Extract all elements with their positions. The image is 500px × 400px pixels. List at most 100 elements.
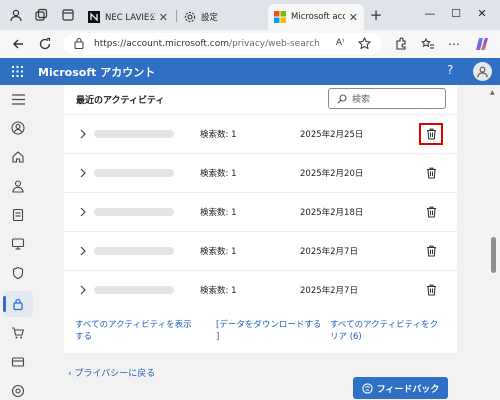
activity-row[interactable]: 検索数: 1 2025年2月18日 bbox=[64, 192, 457, 230]
recent-activity-card: 最近のアクティビティ 検索 検索数: 1 2025年2月25日 検索数: 1 2… bbox=[64, 85, 457, 353]
expand-chevron-icon[interactable] bbox=[78, 245, 88, 257]
refresh-icon[interactable] bbox=[37, 36, 53, 52]
payment-card-icon[interactable] bbox=[10, 354, 26, 370]
delete-trash-icon[interactable] bbox=[419, 123, 443, 145]
search-icon bbox=[337, 93, 347, 104]
scrollbar-thumb[interactable] bbox=[491, 237, 496, 273]
new-tab-button[interactable]: + bbox=[368, 6, 384, 24]
feedback-button[interactable]: フィードバック bbox=[353, 377, 448, 399]
activity-actions: すべてのアクティビティを表示 する [データをダウンロードする ] すべてのアク… bbox=[64, 313, 457, 353]
read-aloud-button[interactable]: A⁾ bbox=[333, 36, 347, 50]
minimize-button[interactable]: — bbox=[420, 4, 440, 22]
tab-separator bbox=[176, 10, 177, 22]
tab-settings[interactable]: 設定 bbox=[178, 4, 266, 30]
activity-date: 2025年2月25日 bbox=[300, 130, 364, 140]
help-button[interactable]: ? bbox=[447, 63, 453, 77]
back-icon[interactable] bbox=[10, 36, 26, 52]
search-count: 検索数: 1 bbox=[200, 208, 237, 218]
tab-title: Microsoft accou bbox=[291, 12, 345, 22]
back-to-privacy-link[interactable]: ‹ プライバシーに戻る bbox=[68, 366, 155, 379]
tab-title: NEC LAVIE公式 bbox=[105, 13, 155, 23]
maximize-button[interactable]: ☐ bbox=[446, 4, 466, 22]
expand-chevron-icon[interactable] bbox=[78, 128, 88, 140]
person-icon[interactable] bbox=[10, 178, 26, 194]
expand-chevron-icon[interactable] bbox=[78, 206, 88, 218]
url-host: https://account.microsoft.com bbox=[94, 39, 230, 49]
gear-icon bbox=[184, 11, 196, 23]
view-all-activity-link[interactable]: すべてのアクティビティを表示 する bbox=[75, 319, 192, 343]
microsoft-logo-icon bbox=[274, 11, 286, 23]
activity-date: 2025年2月7日 bbox=[300, 286, 358, 296]
delete-trash-icon[interactable] bbox=[424, 204, 438, 219]
activity-search-input[interactable]: 検索 bbox=[328, 88, 446, 109]
blurred-query-text bbox=[94, 247, 174, 255]
close-window-button[interactable]: ✕ bbox=[472, 4, 492, 22]
close-tab-icon[interactable]: ✕ bbox=[159, 11, 168, 24]
blurred-query-text bbox=[94, 169, 174, 177]
brand-title[interactable]: Microsoft アカウント bbox=[38, 64, 155, 80]
close-tab-icon[interactable]: ✕ bbox=[349, 11, 358, 24]
more-options-icon[interactable]: ⋯ bbox=[446, 36, 462, 52]
download-data-link[interactable]: [データをダウンロードする ] bbox=[216, 319, 321, 343]
profile-icon[interactable] bbox=[8, 7, 24, 23]
location-icon[interactable] bbox=[10, 383, 26, 399]
tab-actions-icon[interactable] bbox=[60, 7, 76, 23]
scroll-up-arrow-icon[interactable]: ▲ bbox=[490, 89, 495, 96]
workspaces-icon[interactable] bbox=[33, 7, 49, 23]
search-count: 検索数: 1 bbox=[200, 247, 237, 257]
app-launcher-icon[interactable] bbox=[12, 66, 23, 77]
home-icon[interactable] bbox=[10, 149, 26, 165]
page-content: 最近のアクティビティ 検索 検索数: 1 2025年2月25日 検索数: 1 2… bbox=[0, 85, 500, 400]
back-label: プライバシーに戻る bbox=[74, 369, 156, 379]
devices-icon[interactable] bbox=[10, 236, 26, 252]
chevron-left-icon: ‹ bbox=[68, 369, 72, 379]
clear-all-activity-link[interactable]: すべてのアクティビティをク リア (6) bbox=[330, 319, 438, 343]
account-icon[interactable] bbox=[10, 120, 26, 136]
delete-trash-icon[interactable] bbox=[424, 282, 438, 297]
activity-date: 2025年2月18日 bbox=[300, 208, 364, 218]
search-placeholder: 検索 bbox=[352, 95, 371, 105]
activity-row[interactable]: 検索数: 1 2025年2月25日 bbox=[64, 114, 457, 152]
link-line-2: する bbox=[75, 332, 93, 342]
blurred-query-text bbox=[94, 286, 174, 294]
browser-toolbar: https://account.microsoft.com/privacy/we… bbox=[0, 30, 500, 58]
card-title: 最近のアクティビティ bbox=[76, 96, 165, 106]
delete-trash-icon[interactable] bbox=[424, 165, 438, 180]
left-navigation bbox=[0, 85, 36, 400]
cart-icon[interactable] bbox=[10, 325, 26, 341]
feedback-label: フィードバック bbox=[376, 384, 440, 395]
delete-trash-icon[interactable] bbox=[424, 243, 438, 258]
lock-icon[interactable] bbox=[74, 37, 86, 52]
menu-icon[interactable] bbox=[10, 91, 26, 107]
nec-favicon bbox=[88, 11, 100, 23]
activity-row[interactable]: 検索数: 1 2025年2月7日 bbox=[64, 231, 457, 269]
link-line-1: すべてのアクティビティを表示 bbox=[75, 320, 192, 330]
tab-strip: NEC LAVIE公式 ✕ 設定 Microsoft accou ✕ + — ☐… bbox=[0, 0, 500, 30]
account-header: Microsoft アカウント ? bbox=[0, 58, 500, 85]
subscription-icon[interactable] bbox=[10, 207, 26, 223]
tab-microsoft-account[interactable]: Microsoft accou ✕ bbox=[268, 4, 364, 30]
favorite-star-icon[interactable] bbox=[357, 36, 371, 50]
tab-nec-lavie[interactable]: NEC LAVIE公式 ✕ bbox=[82, 4, 174, 30]
nav-active-indicator bbox=[3, 296, 6, 312]
expand-chevron-icon[interactable] bbox=[78, 284, 88, 296]
copilot-icon[interactable] bbox=[474, 36, 490, 52]
extensions-icon[interactable] bbox=[393, 36, 409, 52]
search-count: 検索数: 1 bbox=[200, 130, 237, 140]
activity-date: 2025年2月20日 bbox=[300, 169, 364, 179]
blurred-query-text bbox=[94, 130, 174, 138]
activity-row[interactable]: 検索数: 1 2025年2月20日 bbox=[64, 153, 457, 191]
link-line-2: リア (6) bbox=[330, 332, 362, 342]
avatar[interactable] bbox=[473, 62, 492, 81]
activity-row[interactable]: 検索数: 1 2025年2月7日 bbox=[64, 270, 457, 308]
scrollbar[interactable]: ▲ bbox=[487, 85, 500, 400]
search-count: 検索数: 1 bbox=[200, 169, 237, 179]
link-line-2: ] bbox=[216, 332, 220, 342]
blurred-query-text bbox=[94, 208, 174, 216]
favorites-icon[interactable] bbox=[420, 36, 436, 52]
privacy-lock-icon[interactable] bbox=[10, 296, 26, 312]
shield-icon[interactable] bbox=[10, 265, 26, 281]
expand-chevron-icon[interactable] bbox=[78, 167, 88, 179]
feedback-icon bbox=[361, 382, 373, 394]
link-line-1: すべてのアクティビティをク bbox=[330, 320, 439, 330]
